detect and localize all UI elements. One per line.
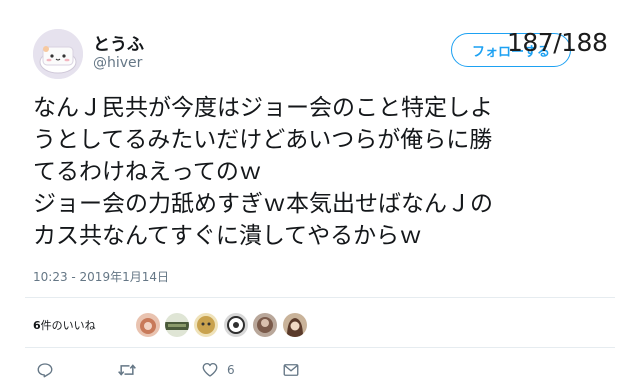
reply-icon <box>37 363 53 378</box>
likes-number: 6 <box>33 319 41 332</box>
divider <box>25 297 615 298</box>
page-counter: 187/188 <box>507 28 608 57</box>
tweet-text: なんＪ民共が今度はジョー会のこと特定しよ うとしてるみたいだけどあいつらが俺らに… <box>33 92 613 252</box>
user-handle[interactable]: @hiver <box>93 55 142 71</box>
liker-avatar-2-icon <box>165 313 189 337</box>
display-name[interactable]: とうふ <box>93 30 144 55</box>
liker-avatar-6-icon <box>283 313 307 337</box>
liker-avatar[interactable] <box>282 312 308 338</box>
liker-avatar[interactable] <box>164 312 190 338</box>
tofu-avatar-icon <box>33 29 83 79</box>
likes-count[interactable]: 6件のいいね <box>33 317 96 333</box>
liker-avatar[interactable] <box>193 312 219 338</box>
liker-avatar-1-icon <box>136 313 160 337</box>
retweet-button[interactable] <box>117 361 137 379</box>
envelope-icon <box>283 364 299 376</box>
likes-label: 件のいいね <box>40 319 96 332</box>
liker-avatar[interactable] <box>252 312 278 338</box>
like-count: 6 <box>227 363 235 377</box>
direct-message-button[interactable] <box>282 361 300 379</box>
liker-avatar-5-icon <box>253 313 277 337</box>
liker-avatar-4-icon <box>224 313 248 337</box>
heart-icon <box>202 362 218 377</box>
tweet-line: ジョー会の力舐めすぎｗ本気出せばなんＪの <box>33 191 493 217</box>
tweet-line: カス共なんてすぐに潰してやるからｗ <box>33 223 423 249</box>
like-button[interactable]: 6 <box>201 361 235 379</box>
retweet-icon <box>118 364 136 376</box>
tweet-line: なんＪ民共が今度はジョー会のこと特定しよ <box>33 95 493 121</box>
liker-avatar-3-icon <box>194 313 218 337</box>
liker-avatar[interactable] <box>223 312 249 338</box>
liker-avatar[interactable] <box>135 312 161 338</box>
avatar[interactable] <box>33 29 83 79</box>
tweet-line: うとしてるみたいだけどあいつらが俺らに勝 <box>33 127 493 153</box>
tweet-timestamp[interactable]: 10:23 - 2019年1月14日 <box>33 268 169 285</box>
divider <box>25 347 615 348</box>
tweet-line: てるわけねえってのｗ <box>33 159 262 185</box>
reply-button[interactable] <box>36 361 54 379</box>
